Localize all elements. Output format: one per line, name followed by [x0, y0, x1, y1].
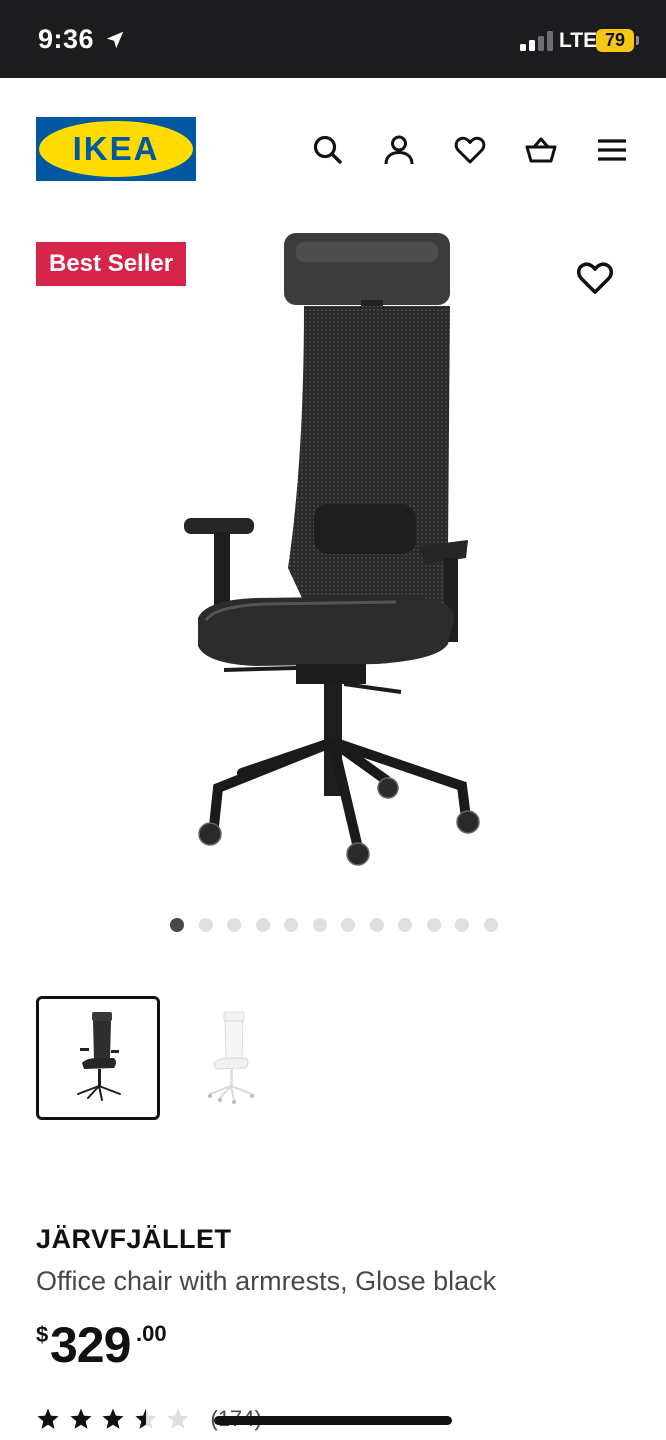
gallery-dot[interactable]	[227, 918, 241, 932]
status-time: 9:36	[38, 24, 95, 54]
gallery-dot[interactable]	[198, 918, 213, 932]
product-description: Office chair with armrests, Glose black	[36, 1266, 497, 1296]
gallery-dot[interactable]	[455, 918, 469, 932]
signal-icon	[520, 31, 553, 51]
product-image[interactable]	[176, 228, 486, 878]
battery-icon: 79	[596, 29, 634, 52]
account-icon	[384, 135, 414, 165]
search-icon	[313, 135, 342, 164]
search-button[interactable]	[308, 130, 348, 170]
account-button[interactable]	[379, 130, 419, 170]
favorites-button[interactable]	[450, 130, 490, 170]
location-arrow-icon	[106, 31, 124, 49]
gallery-dot[interactable]	[170, 918, 184, 932]
star-icon	[167, 1408, 189, 1429]
add-to-favorites-icon[interactable]	[575, 258, 615, 298]
ikea-logo-text: IKEA	[73, 130, 160, 167]
network-label: LTE	[559, 29, 598, 52]
star-icon	[102, 1408, 124, 1429]
best-seller-badge: Best Seller	[36, 242, 187, 286]
price-currency: $	[36, 1322, 49, 1347]
star-icon	[70, 1408, 91, 1429]
site-header: IKEA	[0, 78, 666, 218]
rating-stars	[36, 1407, 199, 1431]
ikea-logo[interactable]: IKEA	[36, 117, 196, 181]
status-bar: 9:36 LTE 79	[0, 0, 666, 78]
thumbnail-white[interactable]	[168, 996, 292, 1120]
gallery-dot[interactable]	[312, 918, 327, 932]
gallery-dot[interactable]	[426, 918, 441, 932]
gallery-dot[interactable]	[255, 918, 270, 932]
gallery-pagination	[170, 918, 498, 932]
product-name: JÄRVFJÄLLET	[36, 1224, 232, 1254]
price-integer: 329	[50, 1317, 131, 1373]
gallery-dot[interactable]	[483, 918, 498, 932]
battery-tip	[636, 36, 639, 45]
star-icon	[37, 1408, 59, 1429]
thumbnail-black[interactable]	[36, 996, 160, 1120]
heart-icon	[454, 136, 486, 164]
ikea-logo-graphic: IKEA	[36, 117, 196, 181]
menu-button[interactable]	[592, 130, 632, 170]
home-indicator	[214, 1416, 452, 1425]
cart-icon	[525, 137, 557, 163]
menu-icon	[598, 139, 626, 161]
price-decimal: .00	[136, 1321, 167, 1346]
gallery-dot[interactable]	[284, 918, 298, 932]
gallery-dot[interactable]	[398, 918, 412, 932]
star-icon	[135, 1408, 156, 1429]
chair-black-thumbnail-image	[77, 1012, 121, 1101]
gallery-dot[interactable]	[341, 918, 355, 932]
gallery-dot[interactable]	[369, 918, 384, 932]
cart-button[interactable]	[521, 130, 561, 170]
chair-white-thumbnail-image	[208, 1011, 254, 1104]
